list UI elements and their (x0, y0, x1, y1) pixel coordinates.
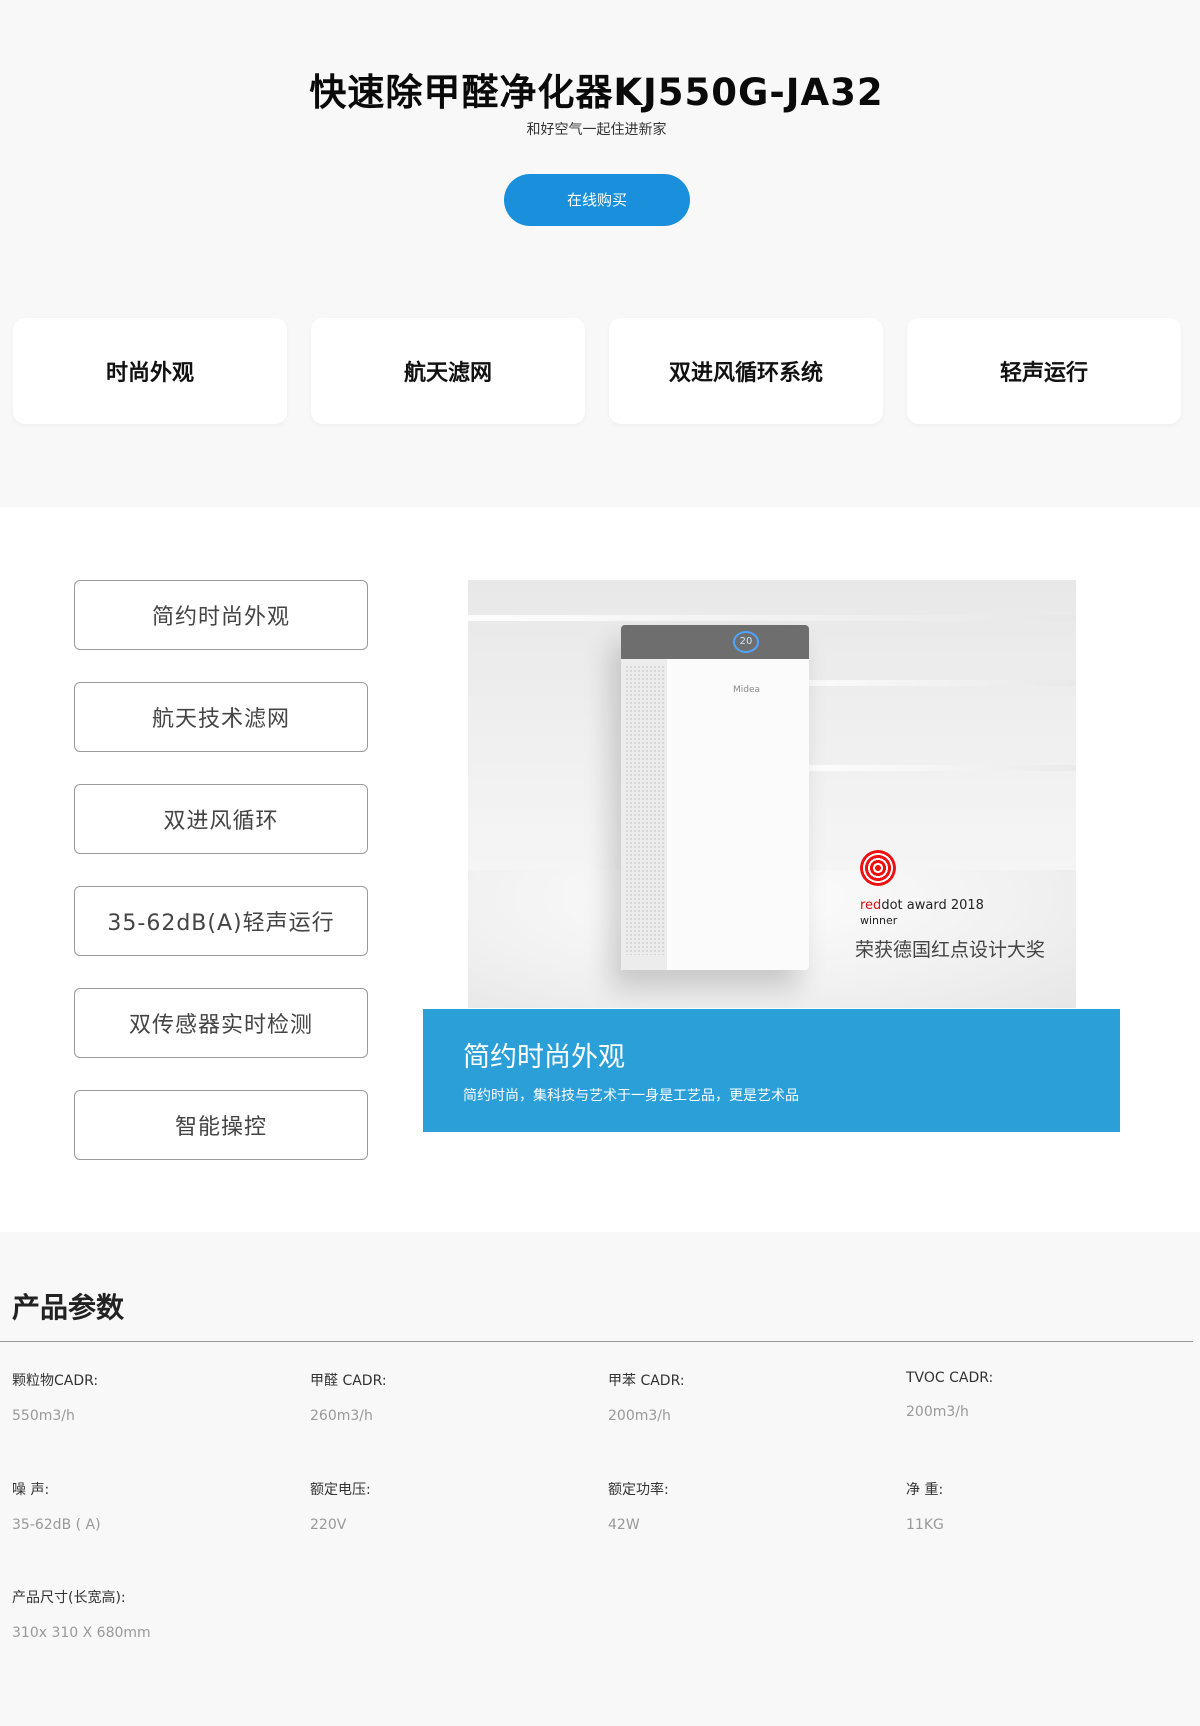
spec-label: 甲醛 CADR: (310, 1373, 387, 1389)
caption-description: 简约时尚，集科技与艺术于一身是工艺品，更是艺术品 (463, 1088, 799, 1104)
spec-value: 550m3/h (12, 1408, 75, 1424)
device-top-panel: 20 (621, 625, 809, 659)
spec-net-weight: 净 重: 11KG (906, 1479, 1186, 1533)
shelf-decoration (808, 765, 1076, 771)
menu-item-filter[interactable]: 航天技术滤网 (74, 682, 368, 752)
spec-value: 220V (310, 1517, 347, 1533)
menu-item-airflow[interactable]: 双进风循环 (74, 784, 368, 854)
spec-formaldehyde-cadr: 甲醛 CADR: 260m3/h (310, 1370, 590, 1424)
shelf-decoration (768, 680, 1076, 686)
spec-label: 额定功率: (608, 1482, 669, 1498)
spec-label: 额定电压: (310, 1482, 371, 1498)
device-grill (625, 665, 665, 955)
reddot-winner: winner (860, 914, 898, 927)
specs-title: 产品参数 (12, 1291, 125, 1324)
spec-label: 噪 声: (12, 1482, 50, 1498)
spec-label: 颗粒物CADR: (12, 1373, 99, 1389)
spec-noise: 噪 声: 35-62dB ( A) (12, 1479, 292, 1533)
spec-value: 35-62dB ( A) (12, 1517, 101, 1533)
specs-divider (0, 1341, 1193, 1342)
page-subtitle: 和好空气一起住进新家 (526, 122, 667, 138)
caption-title: 简约时尚外观 (463, 1042, 625, 1073)
spec-value: 260m3/h (310, 1408, 373, 1424)
spec-dimensions: 产品尺寸(长宽高): 310x 310 X 680mm (12, 1587, 292, 1641)
spec-rated-power: 额定功率: 42W (608, 1479, 888, 1533)
spec-toluene-cadr: 甲苯 CADR: 200m3/h (608, 1370, 888, 1424)
buy-online-button[interactable]: 在线购买 (504, 174, 690, 226)
spec-value: 11KG (906, 1517, 944, 1533)
menu-item-quiet[interactable]: 35-62dB(A)轻声运行 (74, 886, 368, 956)
feature-card-filter[interactable]: 航天滤网 (311, 318, 585, 424)
spec-label: 产品尺寸(长宽高): (12, 1590, 126, 1606)
spec-label: 净 重: (906, 1482, 944, 1498)
reddot-logo-icon (860, 850, 896, 886)
menu-item-sensors[interactable]: 双传感器实时检测 (74, 988, 368, 1058)
spec-tvoc-cadr: TVOC CADR: 200m3/h (906, 1370, 1186, 1420)
menu-item-smart-control[interactable]: 智能操控 (74, 1090, 368, 1160)
spec-value: 200m3/h (906, 1404, 969, 1420)
brand-logo: Midea (733, 685, 761, 695)
award-caption: 荣获德国红点设计大奖 (855, 939, 1046, 961)
spec-particulate-cadr: 颗粒物CADR: 550m3/h (12, 1370, 292, 1424)
spec-value: 42W (608, 1517, 640, 1533)
menu-item-appearance[interactable]: 简约时尚外观 (74, 580, 368, 650)
reddot-year: award 2018 (902, 898, 984, 913)
spec-label: TVOC CADR: (906, 1370, 994, 1386)
feature-cards: 时尚外观 航天滤网 双进风循环系统 轻声运行 (13, 318, 1183, 424)
reddot-award-text: reddot award 2018 (860, 898, 984, 913)
feature-card-airflow[interactable]: 双进风循环系统 (609, 318, 883, 424)
hero-section: 快速除甲醛净化器KJ550G-JA32 和好空气一起住进新家 在线购买 (0, 0, 1200, 300)
spec-label: 甲苯 CADR: (608, 1373, 685, 1389)
page-title: 快速除甲醛净化器KJ550G-JA32 (309, 71, 884, 114)
air-purifier-image: 20 Midea (621, 625, 809, 970)
shelf-decoration (468, 615, 1076, 621)
spec-rated-voltage: 额定电压: 220V (310, 1479, 590, 1533)
feature-card-quiet[interactable]: 轻声运行 (907, 318, 1181, 424)
product-photo: 20 Midea reddot award 2018 winner 荣获德国红点… (468, 580, 1076, 1008)
reddot-dot: dot (881, 898, 903, 913)
reddot-red: red (860, 898, 882, 913)
feature-detail-section: 简约时尚外观 航天技术滤网 双进风循环 35-62dB(A)轻声运行 双传感器实… (0, 507, 1200, 1232)
spec-value: 200m3/h (608, 1408, 671, 1424)
display-ring: 20 (733, 631, 759, 653)
feature-caption-box: 简约时尚外观 简约时尚，集科技与艺术于一身是工艺品，更是艺术品 (423, 1009, 1120, 1132)
spec-value: 310x 310 X 680mm (12, 1625, 151, 1641)
feature-card-appearance[interactable]: 时尚外观 (13, 318, 287, 424)
